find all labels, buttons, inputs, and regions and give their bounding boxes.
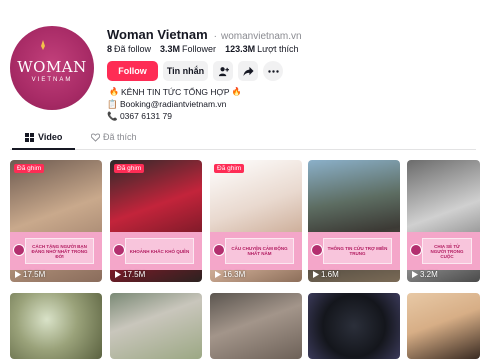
more-icon [267, 69, 279, 73]
video-caption: CÁCH TẶNG NGƯỜI BẠN ĐÁNG NHỚ NHẤT TRONG … [31, 243, 88, 259]
follow-button[interactable]: Follow [107, 61, 158, 81]
play-icon [412, 271, 418, 278]
active-tab-indicator [12, 148, 75, 150]
separator-dot: · [213, 31, 217, 42]
avatar-brand-subtext: VIETNAM [31, 76, 73, 83]
bio-booking: 📋 Booking@radiantvietnam.vn [107, 99, 227, 109]
video-card[interactable]: CHIA SẺ TỪ NGƯỜI TRONG CUỘC 3.2M [407, 160, 480, 282]
profile-bio: 🔥 KÊNH TIN TỨC TỔNG HỢP 🔥 📋 Booking@radi… [107, 86, 243, 122]
message-button[interactable]: Tin nhắn [163, 61, 208, 81]
view-count: 3.2M [412, 270, 438, 279]
view-count: 17.5M [115, 270, 145, 279]
bio-line: 🔥 KÊNH TIN TỨC TỔNG HỢP 🔥 [109, 87, 242, 97]
profile-stats: 8 Đã follow 3.3M Follower 123.3M Lượt thích [107, 44, 308, 54]
avatar-brand-text: WOMAN [17, 57, 87, 76]
share-icon [242, 66, 254, 76]
video-banner: THÔNG TIN CỨU TRỢ MIỀN TRUNG [308, 232, 400, 270]
brand-logo-icon [13, 244, 25, 256]
play-icon [15, 271, 21, 278]
video-card[interactable] [10, 293, 102, 359]
add-friend-button[interactable] [213, 61, 233, 81]
grid-icon [25, 132, 34, 142]
view-count: 17.5M [15, 270, 45, 279]
heart-outline-icon [91, 132, 100, 142]
stat-following[interactable]: 8 Đã follow [107, 44, 151, 54]
stat-followers[interactable]: 3.3M Follower [160, 44, 216, 54]
display-name: Woman Vietnam [107, 27, 208, 42]
video-card[interactable]: Đã ghim CÁCH TẶNG NGƯỜI BẠN ĐÁNG NHỚ NHẤ… [10, 160, 102, 282]
view-count: 1.6M [313, 270, 339, 279]
video-caption: CHIA SẺ TỪ NGƯỜI TRONG CUỘC [430, 243, 464, 259]
play-icon [215, 271, 221, 278]
logo-mark-icon [41, 40, 45, 50]
tab-liked[interactable]: Đã thích [91, 132, 137, 142]
content-tabs: Video Đã thích [10, 128, 476, 150]
brand-logo-icon [311, 244, 323, 256]
tab-video[interactable]: Video [25, 132, 62, 142]
fire-icon: 🔥 [231, 87, 242, 96]
pinned-badge: Đã ghim [214, 164, 245, 173]
video-caption: THÔNG TIN CỨU TRỢ MIỀN TRUNG [327, 246, 388, 256]
video-banner: CÂU CHUYỆN CẢM ĐỘNG NHẤT NĂM [210, 232, 302, 270]
fire-icon: 🔥 [109, 87, 119, 96]
more-options-button[interactable] [263, 61, 283, 81]
video-banner: CHIA SẺ TỪ NGƯỜI TRONG CUỘC [407, 232, 480, 270]
brand-logo-icon [113, 244, 125, 256]
avatar[interactable]: WOMAN VIETNAM [10, 26, 94, 110]
bio-phone: 📞 0367 6131 79 [107, 111, 172, 121]
profile-handle: womanvietnam.vn [221, 31, 302, 42]
video-card[interactable] [210, 293, 302, 359]
pinned-badge: Đã ghim [14, 164, 45, 173]
pinned-badge: Đã ghim [114, 164, 145, 173]
video-caption: KHOẢNH KHẮC KHÓ QUÊN [129, 248, 190, 254]
brand-logo-icon [410, 244, 422, 256]
video-banner: KHOẢNH KHẮC KHÓ QUÊN [110, 232, 202, 270]
add-user-icon [218, 66, 229, 76]
stat-likes: 123.3M Lượt thích [225, 44, 299, 54]
play-icon [115, 271, 121, 278]
play-icon [313, 271, 319, 278]
profile-name-row: Woman Vietnam · womanvietnam.vn [107, 27, 302, 42]
video-card[interactable]: Đã ghim KHOẢNH KHẮC KHÓ QUÊN 17.5M [110, 160, 202, 282]
video-card[interactable] [110, 293, 202, 359]
video-banner: CÁCH TẶNG NGƯỜI BẠN ĐÁNG NHỚ NHẤT TRONG … [10, 232, 102, 270]
video-card[interactable] [407, 293, 480, 359]
video-card[interactable]: Đã ghim CÂU CHUYỆN CẢM ĐỘNG NHẤT NĂM 16.… [210, 160, 302, 282]
view-count: 16.3M [215, 270, 245, 279]
video-card[interactable] [308, 293, 400, 359]
video-card[interactable]: THÔNG TIN CỨU TRỢ MIỀN TRUNG 1.6M [308, 160, 400, 282]
profile-actions: Follow Tin nhắn [107, 61, 288, 81]
share-button[interactable] [238, 61, 258, 81]
video-caption: CÂU CHUYỆN CẢM ĐỘNG NHẤT NĂM [231, 246, 288, 256]
brand-logo-icon [213, 244, 225, 256]
